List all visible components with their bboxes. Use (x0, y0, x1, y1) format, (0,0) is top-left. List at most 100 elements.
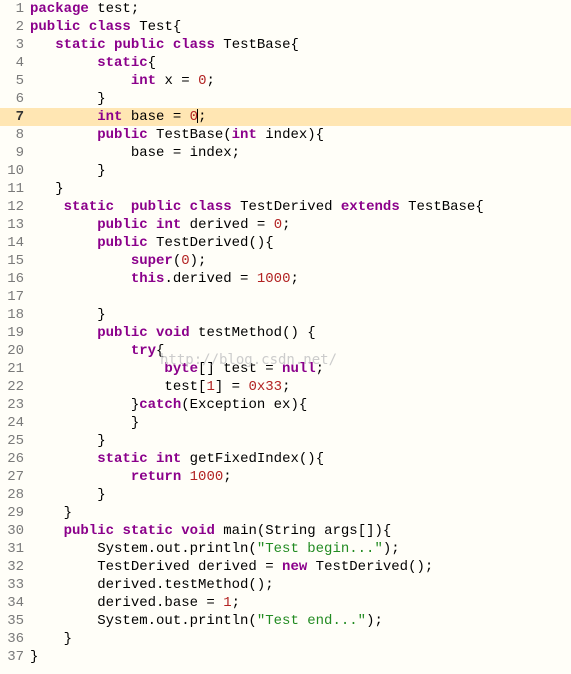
code-line: 28 } (0, 486, 571, 504)
code-line: 26 static int getFixedIndex(){ (0, 450, 571, 468)
line-number: 4 (0, 54, 30, 72)
code-line: 7 int base = 0; (0, 108, 571, 126)
code-content: public TestDerived(){ (30, 234, 571, 252)
code-line: 34 derived.base = 1; (0, 594, 571, 612)
code-line: 9 base = index; (0, 144, 571, 162)
code-line: 21 byte[] test = null; (0, 360, 571, 378)
line-number: 23 (0, 396, 30, 414)
code-content: public class Test{ (30, 18, 571, 36)
code-content: }catch(Exception ex){ (30, 396, 571, 414)
code-content: static public class TestDerived extends … (30, 198, 571, 216)
line-number: 35 (0, 612, 30, 630)
code-content (30, 288, 571, 306)
code-content: } (30, 90, 571, 108)
line-number: 20 (0, 342, 30, 360)
code-line: 31 System.out.println("Test begin..."); (0, 540, 571, 558)
code-content: } (30, 630, 571, 648)
line-number: 14 (0, 234, 30, 252)
code-line: 35 System.out.println("Test end..."); (0, 612, 571, 630)
code-content: } (30, 162, 571, 180)
line-number: 25 (0, 432, 30, 450)
code-line: 25 } (0, 432, 571, 450)
code-line: 24 } (0, 414, 571, 432)
code-content: } (30, 306, 571, 324)
code-content: this.derived = 1000; (30, 270, 571, 288)
code-content: int x = 0; (30, 72, 571, 90)
code-content: static public class TestBase{ (30, 36, 571, 54)
line-number: 7 (0, 108, 30, 126)
line-number: 34 (0, 594, 30, 612)
code-line: 17 (0, 288, 571, 306)
code-line: 20 try{ (0, 342, 571, 360)
code-line: 32 TestDerived derived = new TestDerived… (0, 558, 571, 576)
code-content: TestDerived derived = new TestDerived(); (30, 558, 571, 576)
code-line: 3 static public class TestBase{ (0, 36, 571, 54)
code-line: 27 return 1000; (0, 468, 571, 486)
code-content: } (30, 180, 571, 198)
code-content: } (30, 414, 571, 432)
code-content: System.out.println("Test begin..."); (30, 540, 571, 558)
code-line: 33 derived.testMethod(); (0, 576, 571, 594)
line-number: 15 (0, 252, 30, 270)
code-content: } (30, 486, 571, 504)
line-number: 12 (0, 198, 30, 216)
line-number: 11 (0, 180, 30, 198)
line-number: 19 (0, 324, 30, 342)
line-number: 6 (0, 90, 30, 108)
code-line: 15 super(0); (0, 252, 571, 270)
code-content: super(0); (30, 252, 571, 270)
code-content: package test; (30, 0, 571, 18)
line-number: 28 (0, 486, 30, 504)
line-number: 27 (0, 468, 30, 486)
code-content: return 1000; (30, 468, 571, 486)
code-line: 23 }catch(Exception ex){ (0, 396, 571, 414)
code-line: 10 } (0, 162, 571, 180)
code-line: 37} (0, 648, 571, 666)
line-number: 2 (0, 18, 30, 36)
line-number: 13 (0, 216, 30, 234)
line-number: 8 (0, 126, 30, 144)
code-line: 6 } (0, 90, 571, 108)
code-line: 19 public void testMethod() { (0, 324, 571, 342)
line-number: 37 (0, 648, 30, 666)
code-line: 14 public TestDerived(){ (0, 234, 571, 252)
code-line: 1package test; (0, 0, 571, 18)
code-line: 12 static public class TestDerived exten… (0, 198, 571, 216)
line-number: 29 (0, 504, 30, 522)
code-content: static{ (30, 54, 571, 72)
code-line: 16 this.derived = 1000; (0, 270, 571, 288)
line-number: 32 (0, 558, 30, 576)
line-number: 9 (0, 144, 30, 162)
code-line: 5 int x = 0; (0, 72, 571, 90)
code-content: public void testMethod() { (30, 324, 571, 342)
line-number: 36 (0, 630, 30, 648)
line-number: 33 (0, 576, 30, 594)
code-content: public TestBase(int index){ (30, 126, 571, 144)
code-line: 11 } (0, 180, 571, 198)
line-number: 21 (0, 360, 30, 378)
code-content: derived.base = 1; (30, 594, 571, 612)
code-content: try{ (30, 342, 571, 360)
line-number: 10 (0, 162, 30, 180)
code-content: base = index; (30, 144, 571, 162)
code-content: } (30, 504, 571, 522)
line-number: 30 (0, 522, 30, 540)
line-number: 22 (0, 378, 30, 396)
code-content: public static void main(String args[]){ (30, 522, 571, 540)
code-content: int base = 0; (30, 108, 571, 126)
code-line: 18 } (0, 306, 571, 324)
line-number: 31 (0, 540, 30, 558)
code-content: byte[] test = null; (30, 360, 571, 378)
code-content: } (30, 432, 571, 450)
line-number: 26 (0, 450, 30, 468)
code-content: test[1] = 0x33; (30, 378, 571, 396)
code-content: static int getFixedIndex(){ (30, 450, 571, 468)
line-number: 1 (0, 0, 30, 18)
line-number: 3 (0, 36, 30, 54)
line-number: 16 (0, 270, 30, 288)
code-content: System.out.println("Test end..."); (30, 612, 571, 630)
code-content: } (30, 648, 571, 666)
code-line: 13 public int derived = 0; (0, 216, 571, 234)
code-line: 8 public TestBase(int index){ (0, 126, 571, 144)
code-line: 2public class Test{ (0, 18, 571, 36)
